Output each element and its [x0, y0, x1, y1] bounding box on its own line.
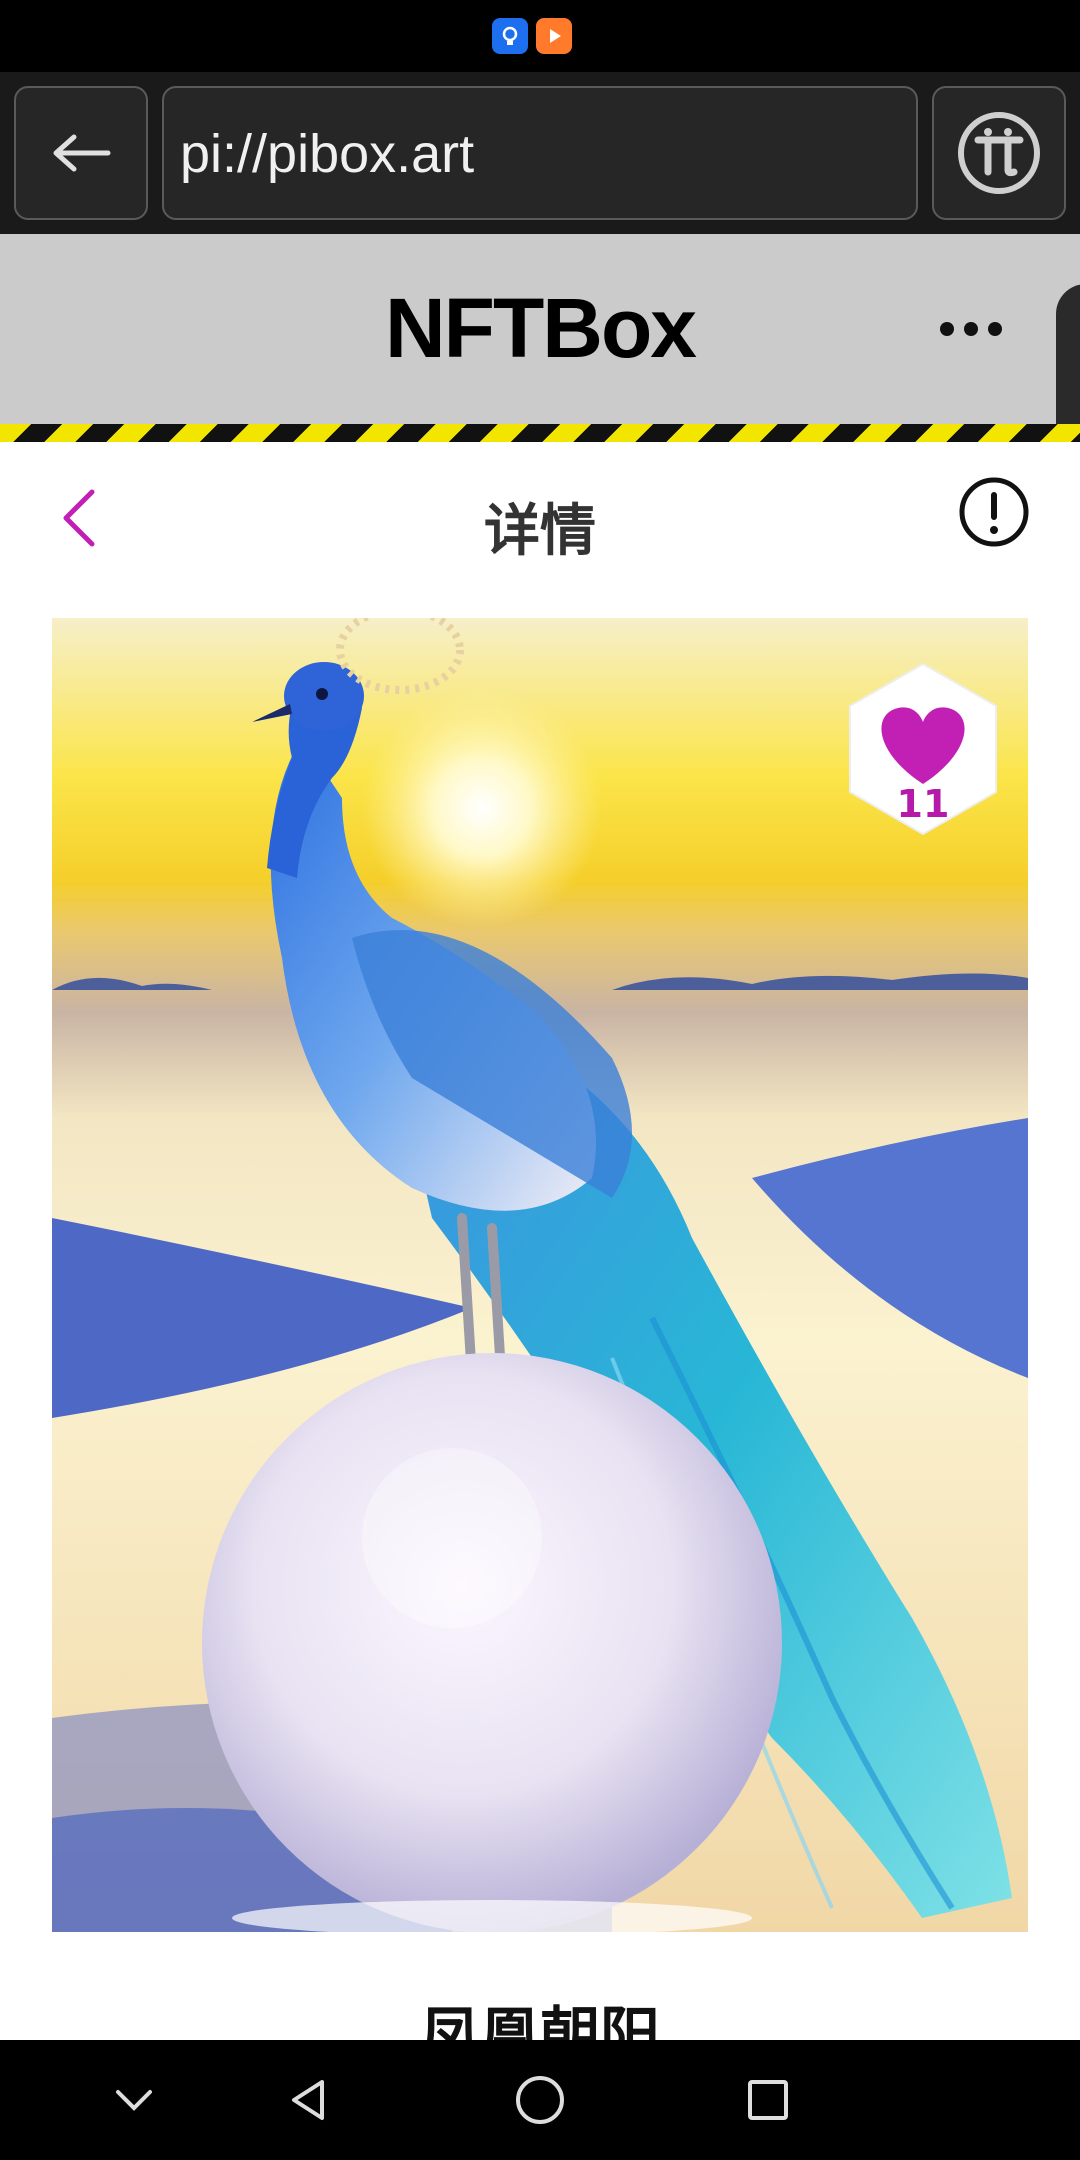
nav-recents-icon[interactable]	[744, 2076, 792, 2124]
pi-wallet-button[interactable]	[932, 86, 1066, 220]
like-count: 11	[896, 782, 950, 826]
more-icon[interactable]	[940, 320, 1004, 340]
browser-toolbar: pi://pibox.art	[0, 72, 1080, 234]
status-bar	[0, 0, 1080, 72]
nav-home-icon[interactable]	[514, 2074, 566, 2126]
system-nav-bar	[0, 2040, 1080, 2160]
nav-back-icon[interactable]	[284, 2076, 332, 2124]
page-title: 详情	[484, 499, 596, 564]
chevron-down-icon[interactable]	[110, 2076, 158, 2124]
site-header: NFTBox	[0, 234, 1080, 424]
browser-back-button[interactable]	[14, 86, 148, 220]
detail-header: 详情	[0, 442, 1080, 592]
play-icon	[536, 18, 572, 54]
url-bar[interactable]: pi://pibox.art	[162, 86, 918, 220]
nft-title: 凤凰朝阳	[420, 2001, 660, 2040]
hazard-stripe	[0, 424, 1080, 442]
back-arrow-icon	[53, 134, 111, 172]
bulb-icon	[492, 18, 528, 54]
pi-logo-icon	[958, 112, 1040, 194]
like-badge[interactable]: 11	[834, 660, 1012, 838]
report-icon[interactable]	[958, 476, 1030, 548]
site-title: NFTBox	[385, 281, 697, 375]
url-text: pi://pibox.art	[180, 124, 475, 184]
